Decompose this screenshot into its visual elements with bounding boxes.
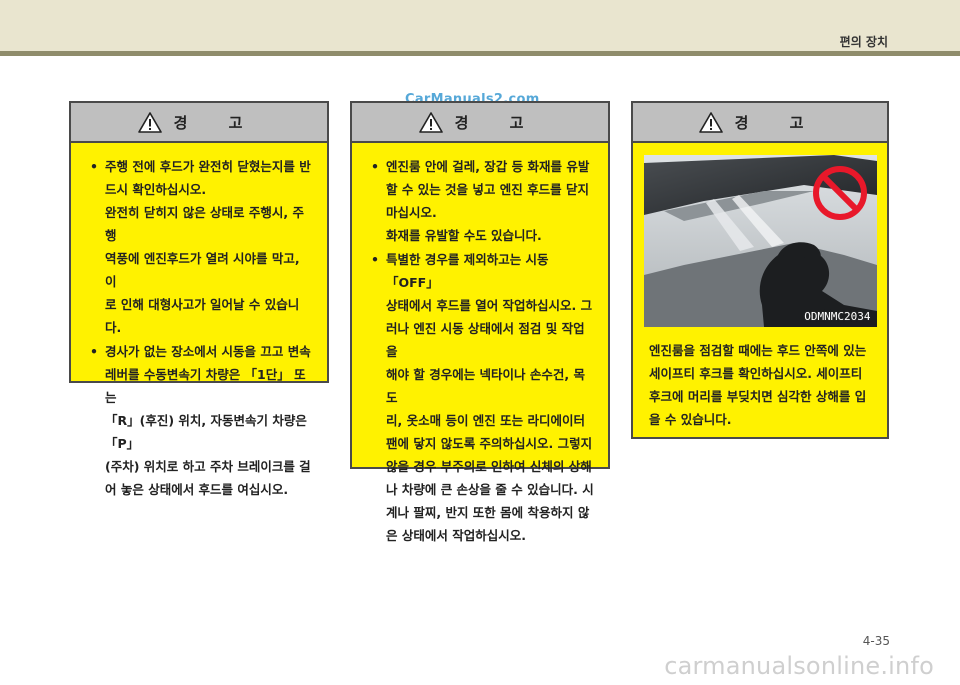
warning-triangle-icon	[137, 111, 162, 133]
caption-line: 엔진룸을 점검할 때에는 후드 안쪽에 있는	[649, 343, 867, 358]
warning-box-3: 경 고 ODMNMC2034 엔진룸을 점검할 때에는 후드 안쪽에 있는 세이…	[631, 101, 889, 439]
prohibition-icon	[812, 166, 867, 220]
bullet-line: 로 인해 대형사고가 일어날 수 있습니다.	[105, 297, 300, 335]
warning-box-header: 경 고	[71, 103, 327, 143]
bullet-line: 상태에서 후드를 열어 작업하십시오. 그	[386, 298, 593, 313]
bullet-line: 「R」(후진) 위치, 자동변속기 차량은 「P」	[105, 413, 307, 451]
warning-box-title: 경 고	[734, 113, 822, 132]
hood-safety-illustration: ODMNMC2034	[643, 155, 877, 327]
warning-triangle-icon	[698, 111, 723, 133]
bullet-line: 해야 할 경우에는 넥타이나 손수건, 목도	[386, 367, 586, 405]
warning-box-header: 경 고	[633, 103, 887, 143]
warning-box-title: 경 고	[173, 113, 261, 132]
warning-box-body: • 엔진룸 안에 걸레, 장갑 등 화재를 유발 할 수 있는 것을 넣고 엔진…	[352, 143, 608, 558]
warning-box-title: 경 고	[454, 113, 542, 132]
bullet-line: 리, 옷소매 등이 엔진 또는 라디에이터	[386, 413, 586, 428]
bullet-line: 계나 팔찌, 반지 또한 몸에 착용하지 않	[386, 505, 590, 520]
bullet-line: 역풍에 엔진후드가 열려 시야를 막고, 이	[105, 251, 300, 289]
bullet-line: 마십시오.	[386, 205, 437, 220]
caption-line: 후크에 머리를 부딪치면 심각한 상해를 입	[649, 389, 867, 404]
bullet-line: 엔진룸 안에 걸레, 장갑 등 화재를 유발	[386, 159, 590, 174]
bullet-line: 은 상태에서 작업하십시오.	[386, 528, 526, 543]
bullet-dot: •	[371, 252, 379, 267]
bullet-dot: •	[90, 344, 98, 359]
caption-line: 을 수 있습니다.	[649, 412, 732, 427]
warning-box-body: • 주행 전에 후드가 완전히 닫혔는지를 반 드시 확인하십시오. 완전히 닫…	[71, 143, 327, 512]
bullet-line: 특별한 경우를 제외하고는 시동 「OFF」	[386, 252, 549, 290]
bullet-line: 주행 전에 후드가 완전히 닫혔는지를 반	[105, 159, 311, 174]
illustration-caption: 엔진룸을 점검할 때에는 후드 안쪽에 있는 세이프티 후크를 확인하십시오. …	[649, 339, 873, 431]
bullet-line: 어 놓은 상태에서 후드를 여십시오.	[105, 482, 289, 497]
bullet-item: • 특별한 경우를 제외하고는 시동 「OFF」 상태에서 후드를 열어 작업하…	[368, 248, 596, 547]
bullet-line: 완전히 닫히지 않은 상태로 주행시, 주행	[105, 205, 305, 243]
bullet-line: 않을 경우 부주의로 인하여 신체의 상해	[386, 459, 592, 474]
image-code: ODMNMC2034	[804, 310, 871, 323]
bullet-line: 화재를 유발할 수도 있습니다.	[386, 228, 542, 243]
bullet-item: • 엔진룸 안에 걸레, 장갑 등 화재를 유발 할 수 있는 것을 넣고 엔진…	[368, 155, 596, 247]
caption-line: 세이프티 후크를 확인하십시오. 세이프티	[649, 366, 863, 381]
section-title: 편의 장치	[839, 35, 888, 49]
bullet-line: 드시 확인하십시오.	[105, 182, 207, 197]
bullet-dot: •	[371, 159, 379, 174]
bullet-item: • 주행 전에 후드가 완전히 닫혔는지를 반 드시 확인하십시오. 완전히 닫…	[87, 155, 315, 339]
page-number: 4-35	[862, 634, 890, 648]
bullet-dot: •	[90, 159, 98, 174]
header-rule	[0, 51, 960, 56]
top-band	[0, 0, 960, 56]
bullet-line: (주차) 위치로 하고 주차 브레이크를 걸	[105, 459, 311, 474]
bullet-line: 러나 엔진 시동 상태에서 점검 및 작업을	[386, 321, 585, 359]
bullet-item: • 경사가 없는 장소에서 시동을 끄고 변속 레버를 수동변속기 차량은 「1…	[87, 340, 315, 501]
bullet-line: 할 수 있는 것을 넣고 엔진 후드를 닫지	[386, 182, 589, 197]
watermark-bottom: carmanualsonline.info	[664, 652, 934, 680]
warning-box-1: 경 고 • 주행 전에 후드가 완전히 닫혔는지를 반 드시 확인하십시오. 완…	[69, 101, 329, 497]
warning-box-header: 경 고	[352, 103, 608, 143]
bullet-line: 나 차량에 큰 손상을 줄 수 있습니다. 시	[386, 482, 594, 497]
bullet-line: 레버를 수동변속기 차량은 「1단」 또는	[105, 367, 306, 405]
bullet-line: 팬에 닿지 않도록 주의하십시오. 그렇지	[386, 436, 593, 451]
warning-box-2: 경 고 • 엔진룸 안에 걸레, 장갑 등 화재를 유발 할 수 있는 것을 넣…	[350, 101, 610, 543]
bullet-line: 경사가 없는 장소에서 시동을 끄고 변속	[105, 344, 311, 359]
warning-triangle-icon	[418, 111, 443, 133]
